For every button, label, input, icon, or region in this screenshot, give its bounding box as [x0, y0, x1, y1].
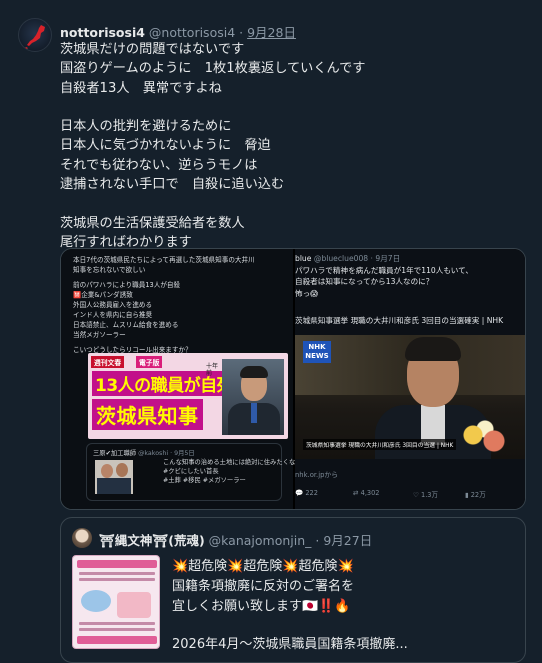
- screenshot-line: 怖っ😱: [295, 288, 319, 298]
- magazine-tag-digital: 電子版: [136, 356, 163, 368]
- news-headline: 茨城県知事選挙 現職の大井川和彦氏 3回目の当選確実 | NHK: [295, 316, 504, 325]
- screenshot-line: 自殺者は知事になってから13人なのに？: [295, 277, 434, 286]
- screenshot-line: 本日7代の茨城県民たちによって再選した茨城県知事の大井川: [73, 256, 255, 264]
- quoted-handle[interactable]: @kanajomonjin_: [209, 533, 312, 548]
- japan-map-icon: [24, 25, 45, 50]
- screenshot-header: blue @blueclue008 · 9月7日: [295, 254, 401, 263]
- screenshot-line: インド人を県内に自ら推奨: [73, 311, 153, 319]
- tweet-text: 茨城県だけの問題ではないです 国盗りゲームのように 1枚1枚裏返していくんです …: [60, 40, 530, 252]
- embedded-quote-text: こんな知事の治める土地には絶対に住みたくない。 #クビにしたい首長 #土葬 #移…: [163, 458, 308, 485]
- tweet-header: nottorisosi4 @nottorisosi4 · 9月28日: [60, 22, 296, 41]
- quoted-header: ⛩縄文神⛩(荒魂) @kanajomonjin_ · 9月27日: [99, 530, 372, 549]
- embedded-quote-line: #クビにしたい首長: [163, 468, 219, 475]
- quoted-line: 国籍条項撤廃に反対のご署名を: [172, 579, 355, 594]
- quoted-display-name[interactable]: ⛩縄文神⛩(荒魂): [99, 533, 205, 548]
- screenshot-line: 当然メガソーラー: [73, 331, 126, 339]
- screenshot-line: 🈲企業&パンダ誘致: [73, 291, 133, 299]
- quoted-date[interactable]: 9月27日: [323, 533, 372, 548]
- separator: ·: [239, 25, 244, 40]
- embedded-quote-line: こんな知事の治める土地には絶対に住みたくない。: [163, 459, 308, 466]
- reply-count: 💬 222: [295, 489, 318, 497]
- tweet-line: 日本人に気づかれないように 脅迫: [60, 138, 271, 154]
- tweet-date[interactable]: 9月28日: [247, 25, 296, 40]
- embedded-quote-line: #土葬 #移民 #メガソーラー: [163, 477, 246, 484]
- news-photo: NHK NEWS 茨城県知事選挙 現職の大井川和彦氏 3回目の当選 | NHK: [295, 335, 525, 459]
- screenshot-line: 外国人公務員雇入を進める: [73, 301, 153, 309]
- link-source: nhk.or.jpから: [295, 471, 338, 479]
- tweet-line: 日本人の批判を避けるために: [60, 119, 232, 135]
- avatar[interactable]: [18, 18, 52, 52]
- screenshot-tweet: blue @blueclue008 · 9月7日 パワハラで精神を病んだ職員が1…: [295, 253, 525, 299]
- embedded-quote-card: 三原✔加工職師 @kakoshi · 9月5日 こんな知事の治める土地には絶対に…: [86, 443, 308, 501]
- quoted-tweet[interactable]: ⛩縄文神⛩(荒魂) @kanajomonjin_ · 9月27日 💥超危険💥超危…: [60, 517, 526, 663]
- like-count: ♡ 1.3万: [413, 491, 439, 499]
- screenshot-line: パワハラで精神を病んだ職員が1年で110人もいて、: [295, 265, 473, 275]
- quoted-line: 💥超危険💥超危険💥超危険💥: [172, 559, 354, 574]
- tweet[interactable]: nottorisosi4 @nottorisosi4 · 9月28日 茨城県だけ…: [0, 0, 542, 663]
- embedded-quote-header: 三原✔加工職師 @kakoshi · 9月5日: [93, 448, 195, 457]
- tweet-line: それでも従わない、逆らうモノは: [60, 157, 258, 173]
- embedded-quote-handle: @kakoshi · 9月5日: [138, 450, 195, 457]
- tweet-line: 茨城県だけの問題ではないです: [60, 42, 245, 57]
- tweet-line: 国盗りゲームのように 1枚1枚裏返していくんです: [60, 61, 366, 77]
- nhk-news-logo: NHK NEWS: [303, 341, 331, 363]
- embedded-quote-photo: [95, 460, 133, 494]
- retweet-count: ⇄ 4,302: [353, 489, 380, 497]
- quoted-avatar[interactable]: [72, 528, 92, 548]
- tweet-line: 自殺者13人 異常ですよね: [60, 80, 222, 96]
- tweet-line: 茨城県の生活保護受給者を数人: [60, 215, 245, 231]
- screenshot-line: 前のパワハラにより職員13人が自殺: [73, 281, 181, 289]
- screenshot-line: 知事を忘れないで欲しい: [73, 266, 146, 274]
- magazine-side-text: 十年前: [206, 363, 219, 377]
- screenshot-text: 本日7代の茨城県民たちによって再選した茨城県知事の大井川 知事を忘れないで欲しい…: [73, 255, 287, 355]
- tweet-media[interactable]: 本日7代の茨城県民たちによって再選した茨城県知事の大井川 知事を忘れないで欲しい…: [60, 248, 526, 510]
- magazine-headline-large: 茨城県知事: [92, 399, 203, 430]
- embedded-quote-name: 三原✔加工職師: [93, 450, 137, 457]
- screenshot-line: 日本語禁止、ムスリム給食を進める: [73, 321, 179, 329]
- magazine-cover: 週刊文春 電子版 13人の職員が自死 茨城県知事 十年前: [88, 353, 288, 439]
- magazine-tag: 週刊文春: [91, 356, 125, 368]
- tweet-line: ​: [60, 194, 530, 213]
- handle[interactable]: @nottorisosi4: [149, 25, 235, 40]
- separator: ·: [315, 533, 320, 548]
- news-caption: 茨城県知事選挙 現職の大井川和彦氏 3回目の当選 | NHK: [303, 439, 457, 450]
- tweet-line: ​: [60, 98, 530, 117]
- quoted-line: 宜しくお願い致します🇯🇵‼️🔥: [172, 599, 351, 614]
- view-count: ▮ 22万: [465, 491, 486, 499]
- media-image-left[interactable]: 本日7代の茨城県民たちによって再選した茨城県知事の大井川 知事を忘れないで欲しい…: [61, 249, 308, 509]
- quoted-line: 2026年4月〜茨城県職員国籍条項撤廃...: [172, 637, 408, 652]
- portrait-photo: [222, 359, 284, 435]
- quoted-text: 💥超危険💥超危険💥超危険💥 国籍条項撤廃に反対のご署名を 宜しくお願い致します🇯…: [172, 557, 408, 655]
- display-name[interactable]: nottorisosi4: [60, 25, 145, 40]
- media-image-right[interactable]: blue @blueclue008 · 9月7日 パワハラで精神を病んだ職員が1…: [295, 249, 525, 509]
- quoted-thumbnail[interactable]: [72, 555, 160, 649]
- tweet-line: 逮捕されない手口で 自殺に追い込む: [60, 177, 285, 193]
